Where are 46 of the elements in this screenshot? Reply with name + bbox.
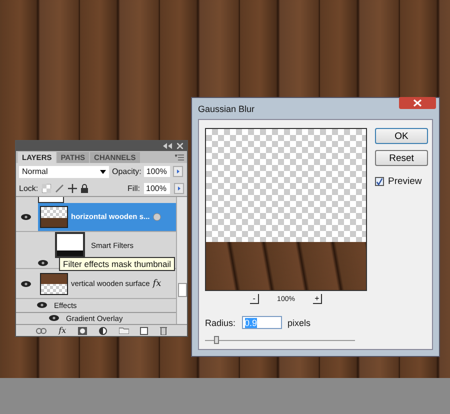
link-icon[interactable]: [36, 328, 47, 334]
scrollbar[interactable]: [176, 197, 187, 324]
lock-icon[interactable]: [81, 184, 88, 193]
fill-field[interactable]: 100%: [144, 183, 170, 194]
new-layer-icon[interactable]: [140, 326, 148, 334]
tooltip: Filter effects mask thumbnail: [59, 257, 176, 271]
checker-icon[interactable]: [42, 184, 52, 193]
window-title: Gaussian Blur: [198, 104, 255, 114]
eye-icon[interactable]: [21, 214, 31, 220]
layer-thumbnail: [40, 206, 68, 228]
mask-thumbnail[interactable]: [55, 232, 85, 258]
smart-object-icon: [152, 212, 161, 221]
trash-icon[interactable]: [160, 326, 168, 335]
close-button[interactable]: [399, 97, 436, 109]
layer-style-button[interactable]: fx: [58, 326, 66, 335]
opacity-label: Opacity:: [112, 167, 142, 176]
layer-thumbnail: [38, 197, 64, 203]
fill-arrow-button[interactable]: [174, 183, 184, 194]
eye-icon[interactable]: [49, 315, 59, 322]
dialog-button[interactable]: Reset: [375, 150, 428, 166]
move-icon[interactable]: [68, 184, 78, 193]
brush-icon[interactable]: [55, 184, 64, 193]
eye-icon[interactable]: [38, 260, 48, 266]
dialog-button[interactable]: OK: [375, 128, 428, 144]
preview-label: Preview: [388, 176, 422, 187]
collapse-icon[interactable]: [163, 143, 172, 149]
eye-icon[interactable]: [37, 302, 47, 308]
radius-slider[interactable]: [205, 335, 355, 345]
panel-menu-icon[interactable]: [175, 154, 184, 161]
fill-label: Fill:: [128, 184, 140, 193]
zoom-out-button[interactable]: -: [250, 294, 260, 304]
close-icon[interactable]: [177, 143, 183, 149]
adjustment-icon[interactable]: [98, 326, 107, 334]
radius-label: Radius:: [205, 318, 236, 328]
eye-icon[interactable]: [21, 280, 31, 287]
unit-label: pixels: [288, 318, 311, 328]
lock-label: Lock:: [19, 184, 38, 193]
blend-mode-dropdown[interactable]: Normal: [19, 166, 109, 178]
folder-icon[interactable]: [118, 327, 128, 334]
preview-checkbox[interactable]: [375, 177, 384, 186]
opacity-arrow-button[interactable]: [173, 166, 184, 177]
zoom-in-button[interactable]: +: [312, 294, 322, 304]
caret-icon: [100, 170, 106, 174]
mask-icon[interactable]: [78, 326, 87, 334]
opacity-field[interactable]: 100%: [144, 166, 170, 177]
layer-thumbnail: [40, 272, 68, 295]
